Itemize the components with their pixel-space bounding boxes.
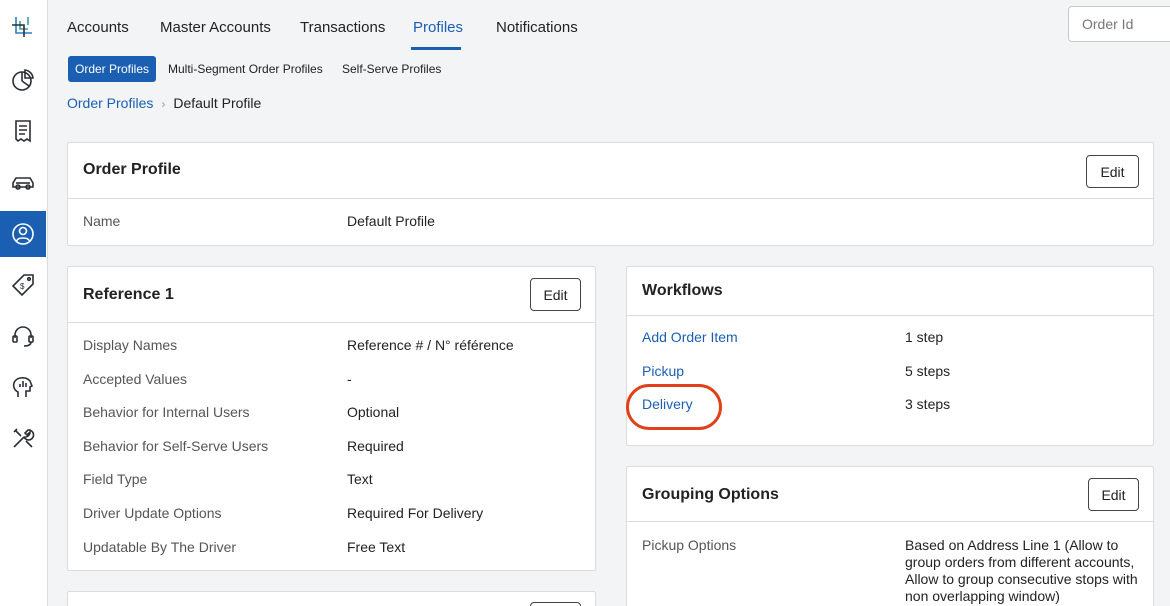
grouping-options-header: Grouping Options Edit bbox=[627, 467, 1153, 522]
app-logo[interactable] bbox=[0, 5, 46, 51]
field-value: Default Profile bbox=[347, 213, 435, 229]
order-profile-title: Order Profile bbox=[83, 161, 181, 178]
field-label: Updatable By The Driver bbox=[83, 539, 237, 555]
order-profile-edit-button[interactable]: Edit bbox=[1086, 155, 1139, 188]
field-value: Required For Delivery bbox=[347, 505, 484, 521]
workflow-pickup-link[interactable]: Pickup bbox=[642, 363, 684, 379]
workflows-header: Workflows bbox=[627, 267, 1153, 316]
sidebar-item-vehicles[interactable] bbox=[0, 160, 46, 206]
field-value: Text bbox=[347, 471, 373, 487]
sidebar-item-settings[interactable] bbox=[0, 415, 46, 461]
field-value: Required bbox=[347, 438, 404, 454]
workflow-add-order-item-link[interactable]: Add Order Item bbox=[642, 329, 738, 345]
sidebar-item-analytics[interactable] bbox=[0, 364, 46, 410]
field-value: - bbox=[347, 371, 352, 387]
tab-profiles[interactable]: Profiles bbox=[413, 19, 463, 36]
tools-icon bbox=[13, 428, 35, 448]
grouping-options-edit-button[interactable]: Edit bbox=[1088, 478, 1139, 511]
workflow-steps: 1 step bbox=[905, 329, 944, 345]
analytics-head-icon bbox=[12, 377, 34, 397]
sidebar-item-orders[interactable] bbox=[0, 108, 46, 154]
field-value: Optional bbox=[347, 404, 400, 420]
subtab-self-serve-profiles[interactable]: Self-Serve Profiles bbox=[342, 56, 441, 82]
tab-master-accounts[interactable]: Master Accounts bbox=[160, 19, 271, 36]
field-label: Display Names bbox=[83, 337, 178, 353]
field-label: Accepted Values bbox=[83, 371, 188, 387]
grouping-options-title: Grouping Options bbox=[642, 486, 779, 503]
field-label: Behavior for Self-Serve Users bbox=[83, 438, 269, 454]
pie-chart-icon bbox=[12, 69, 34, 91]
subtab-order-profiles[interactable]: Order Profiles bbox=[68, 56, 157, 82]
car-icon bbox=[12, 177, 34, 190]
field-value: Based on Address Line 1 (Allow to group … bbox=[905, 537, 1138, 604]
field-label: Field Type bbox=[83, 471, 148, 487]
grouping-options-card: Grouping Options Edit Pickup Options Bas… bbox=[626, 466, 1154, 606]
field-value: Reference # / N° référence bbox=[347, 337, 514, 353]
reference-1-title: Reference 1 bbox=[83, 286, 174, 303]
tab-transactions[interactable]: Transactions bbox=[300, 19, 385, 36]
order-id-search-input[interactable] bbox=[1068, 6, 1170, 42]
field-label: Pickup Options bbox=[642, 537, 737, 553]
svg-text:$: $ bbox=[20, 282, 25, 291]
active-tab-indicator bbox=[411, 47, 461, 50]
workflow-steps: 5 steps bbox=[905, 363, 951, 379]
receipt-icon bbox=[15, 120, 31, 143]
reference-1-card: Reference 1 Edit Display Names Reference… bbox=[67, 266, 596, 571]
workflows-title: Workflows bbox=[642, 282, 723, 299]
sidebar: $ bbox=[0, 0, 48, 606]
order-profile-card: Order Profile Edit Name Default Profile bbox=[67, 142, 1154, 246]
reference-2-card bbox=[67, 591, 596, 606]
sidebar-item-profiles[interactable] bbox=[0, 211, 46, 257]
headset-icon bbox=[12, 326, 34, 347]
field-label: Name bbox=[83, 213, 121, 229]
field-label: Behavior for Internal Users bbox=[83, 404, 250, 420]
top-navigation: Accounts Master Accounts Transactions Pr… bbox=[48, 0, 1170, 52]
reference-1-edit-button[interactable]: Edit bbox=[530, 278, 581, 311]
price-tag-icon: $ bbox=[11, 274, 34, 297]
field-value: Free Text bbox=[347, 539, 406, 555]
tab-notifications[interactable]: Notifications bbox=[496, 19, 578, 36]
user-circle-icon bbox=[12, 223, 34, 245]
breadcrumb-parent-link[interactable]: Order Profiles bbox=[67, 95, 153, 111]
sidebar-item-pricing[interactable]: $ bbox=[0, 262, 46, 308]
order-profile-header: Order Profile Edit bbox=[68, 143, 1153, 199]
reference-1-header: Reference 1 Edit bbox=[68, 267, 595, 323]
field-label: Driver Update Options bbox=[83, 505, 222, 521]
breadcrumb-current: Default Profile bbox=[173, 95, 262, 111]
annotation-highlight-circle bbox=[626, 384, 722, 430]
breadcrumb-chevron-icon: › bbox=[161, 97, 166, 111]
app-logo-icon bbox=[12, 17, 32, 37]
reference-2-edit-button[interactable] bbox=[530, 602, 581, 606]
workflow-steps: 3 steps bbox=[905, 396, 951, 412]
subtab-multi-segment-order-profiles[interactable]: Multi-Segment Order Profiles bbox=[168, 56, 323, 82]
sidebar-item-dashboard[interactable] bbox=[0, 57, 46, 103]
sidebar-item-support[interactable] bbox=[0, 313, 46, 359]
breadcrumb: Order Profiles › Default Profile bbox=[67, 95, 261, 111]
tab-accounts[interactable]: Accounts bbox=[67, 19, 129, 36]
